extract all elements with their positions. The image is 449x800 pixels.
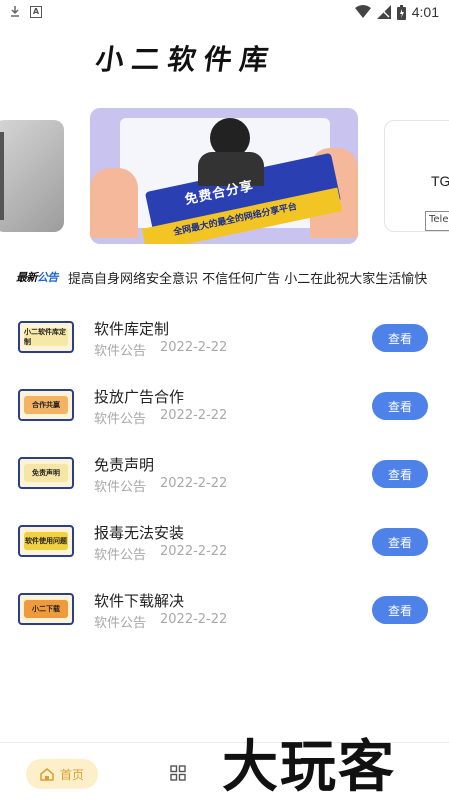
list-item-thumbnail: 软件使用问题 xyxy=(18,525,74,557)
list-item[interactable]: 免责声明 免责声明 软件公告 2022-2-22 查看 xyxy=(0,454,449,508)
list-item-meta: 软件公告 2022-2-22 xyxy=(94,340,227,359)
list-item[interactable]: 小二软件库定制 软件库定制 软件公告 2022-2-22 查看 xyxy=(0,318,449,372)
list-item-category: 软件公告 xyxy=(94,548,147,563)
list-item-title: 报毒无法安装 xyxy=(94,524,185,542)
list-item-date: 2022-2-22 xyxy=(160,340,228,355)
status-bar: A 4:01 xyxy=(0,0,449,24)
list-item-category: 软件公告 xyxy=(94,412,147,427)
list-item[interactable]: 小二下载 软件下载解决 软件公告 2022-2-22 查看 xyxy=(0,590,449,644)
banner-carousel[interactable]: 免费合分享 全网最大的最全的网络分享平台 TG Tele xyxy=(0,108,449,246)
banner-next-text: TG xyxy=(431,173,449,189)
banner-next-box: Tele xyxy=(425,211,449,231)
notice-badge-suffix: 公告 xyxy=(37,271,59,284)
view-button[interactable]: 查看 xyxy=(372,528,428,556)
thumbnail-label: 合作共赢 xyxy=(24,396,68,414)
banner-slide-next[interactable]: TG Tele xyxy=(384,120,449,232)
list-item-date: 2022-2-22 xyxy=(160,544,228,559)
notice-badge: 最新公告 xyxy=(16,269,59,285)
signal-icon xyxy=(376,5,391,19)
list-item-category: 软件公告 xyxy=(94,480,147,495)
list-item-meta: 软件公告 2022-2-22 xyxy=(94,476,227,495)
notice-text: 提高自身网络安全意识 不信任何广告 小二在此祝大家生活愉快 xyxy=(68,271,428,287)
list-item[interactable]: 软件使用问题 报毒无法安装 软件公告 2022-2-22 查看 xyxy=(0,522,449,576)
list-item-title: 免责声明 xyxy=(94,456,155,474)
list-item-title: 投放广告合作 xyxy=(94,388,185,406)
clock-time: 4:01 xyxy=(411,4,439,20)
list-item-date: 2022-2-22 xyxy=(160,408,228,423)
list-item-thumbnail: 小二软件库定制 xyxy=(18,321,74,353)
status-left: A xyxy=(10,6,42,18)
thumbnail-label: 小二下载 xyxy=(24,600,68,618)
thumbnail-label: 软件使用问题 xyxy=(24,532,68,550)
view-button[interactable]: 查看 xyxy=(372,324,428,352)
banner-hand-left-graphic xyxy=(90,168,138,238)
nav-home-label: 首页 xyxy=(59,767,84,782)
home-icon xyxy=(40,767,54,781)
download-icon xyxy=(11,6,19,17)
notice-badge-prefix: 最新 xyxy=(16,271,38,284)
view-button[interactable]: 查看 xyxy=(372,392,428,420)
wifi-icon xyxy=(354,5,371,18)
list-item-meta: 软件公告 2022-2-22 xyxy=(94,544,227,563)
list-item-thumbnail: 免责声明 xyxy=(18,457,74,489)
notification-a-icon: A xyxy=(30,6,42,18)
thumbnail-label: 免责声明 xyxy=(24,464,68,482)
banner-slide-previous[interactable] xyxy=(0,120,64,232)
view-button[interactable]: 查看 xyxy=(372,460,428,488)
list-item-date: 2022-2-22 xyxy=(160,612,228,627)
list-item-thumbnail: 小二下载 xyxy=(18,593,74,625)
nav-tab-home[interactable]: 首页 xyxy=(26,759,98,789)
nav-tab-category-grid-icon[interactable] xyxy=(170,765,186,781)
thumbnail-label: 小二软件库定制 xyxy=(24,328,68,346)
list-item-thumbnail: 合作共赢 xyxy=(18,389,74,421)
battery-icon xyxy=(396,4,406,20)
status-right: 4:01 xyxy=(354,4,439,20)
list-item-category: 软件公告 xyxy=(94,344,147,359)
watermark: 大玩客 xyxy=(222,734,396,800)
notice-bar[interactable]: 最新公告 提高自身网络安全意识 不信任何广告 小二在此祝大家生活愉快 xyxy=(16,266,427,288)
banner-slide-current[interactable]: 免费合分享 全网最大的最全的网络分享平台 xyxy=(90,108,358,244)
view-button[interactable]: 查看 xyxy=(372,596,428,624)
list-item-category: 软件公告 xyxy=(94,616,147,631)
list-item[interactable]: 合作共赢 投放广告合作 软件公告 2022-2-22 查看 xyxy=(0,386,449,440)
app-title: 小二软件库 xyxy=(93,43,279,76)
list-item-title: 软件下载解决 xyxy=(94,592,185,610)
list-item-meta: 软件公告 2022-2-22 xyxy=(94,408,227,427)
list-item-title: 软件库定制 xyxy=(94,320,170,338)
list-item-date: 2022-2-22 xyxy=(160,476,228,491)
list-item-meta: 软件公告 2022-2-22 xyxy=(94,612,227,631)
